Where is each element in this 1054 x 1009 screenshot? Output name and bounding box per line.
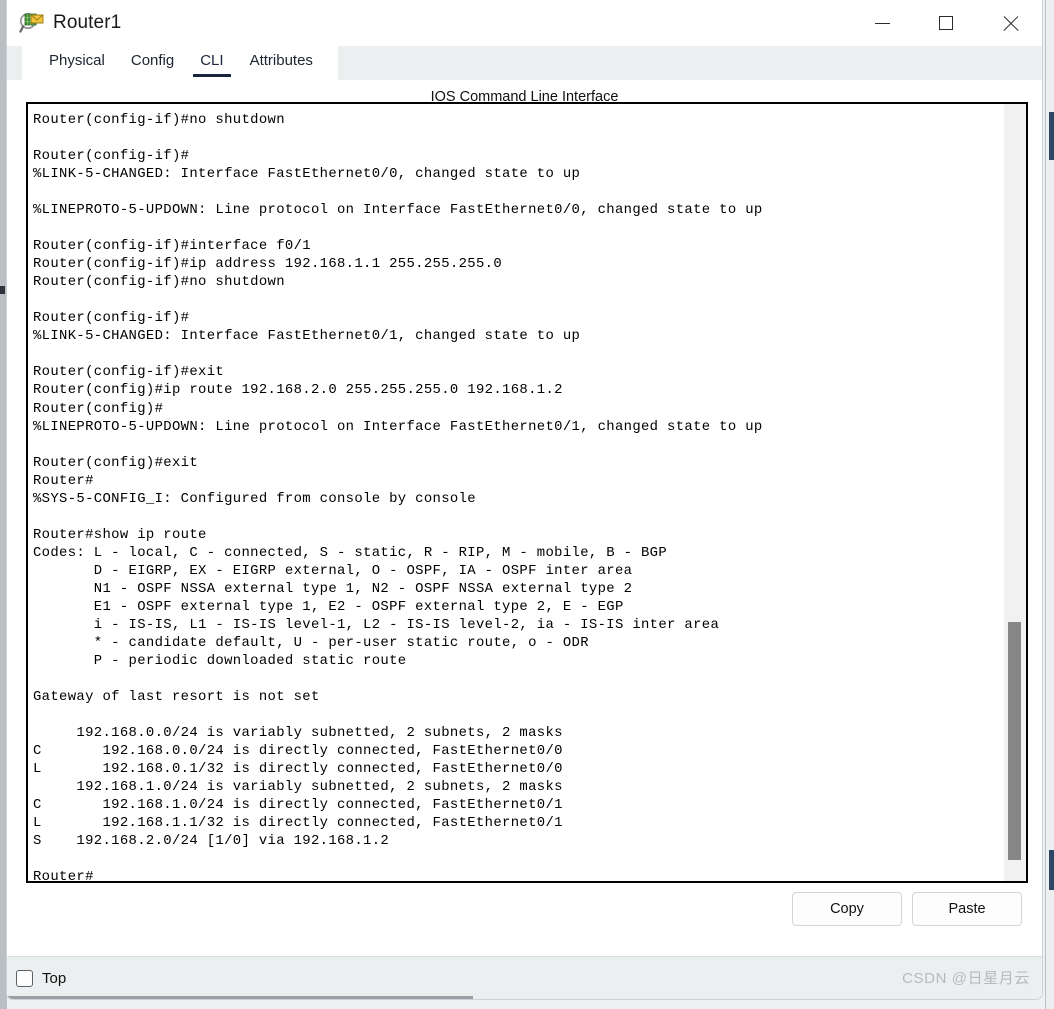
top-checkbox[interactable]	[16, 970, 33, 987]
terminal-container: Router(config-if)#no shutdown Router(con…	[26, 102, 1028, 883]
top-checkbox-label: Top	[42, 970, 67, 987]
window-horizontal-scrollbar[interactable]	[7, 996, 473, 999]
cli-panel: IOS Command Line Interface Router(config…	[7, 80, 1042, 999]
window-controls	[850, 0, 1042, 46]
copy-button[interactable]: Copy	[792, 892, 902, 926]
tab-strip: Physical Config CLI Attributes	[22, 46, 338, 80]
packet-tracer-device-icon	[19, 11, 45, 35]
tab-cli[interactable]: CLI	[187, 46, 236, 80]
router-device-window: Router1 Physical Config CLI Attributes I…	[6, 0, 1043, 1000]
terminal-action-row: Copy Paste	[26, 892, 1028, 926]
footer-bar: Top CSDN @日星月云	[7, 956, 1042, 999]
minimize-icon	[874, 22, 890, 24]
terminal-scrollbar[interactable]	[1004, 104, 1026, 881]
watermark-text: CSDN @日星月云	[902, 970, 1030, 987]
top-checkbox-group[interactable]: Top	[16, 970, 66, 987]
terminal-scrollbar-thumb[interactable]	[1008, 622, 1021, 860]
tab-attributes[interactable]: Attributes	[237, 46, 326, 80]
close-icon	[1002, 15, 1019, 32]
paste-button[interactable]: Paste	[912, 892, 1022, 926]
minimize-button[interactable]	[850, 0, 914, 46]
background-accent-bottom	[1049, 850, 1054, 890]
title-bar: Router1	[7, 0, 1042, 46]
window-title: Router1	[53, 12, 122, 33]
background-left-marker	[0, 286, 5, 294]
tab-config[interactable]: Config	[118, 46, 187, 80]
maximize-button[interactable]	[914, 0, 978, 46]
terminal-output[interactable]: Router(config-if)#no shutdown Router(con…	[28, 104, 1004, 881]
tab-bar: Physical Config CLI Attributes	[7, 46, 1042, 80]
maximize-icon	[939, 16, 953, 30]
tab-physical[interactable]: Physical	[36, 46, 118, 80]
close-button[interactable]	[978, 0, 1042, 46]
background-accent-top	[1049, 112, 1054, 160]
